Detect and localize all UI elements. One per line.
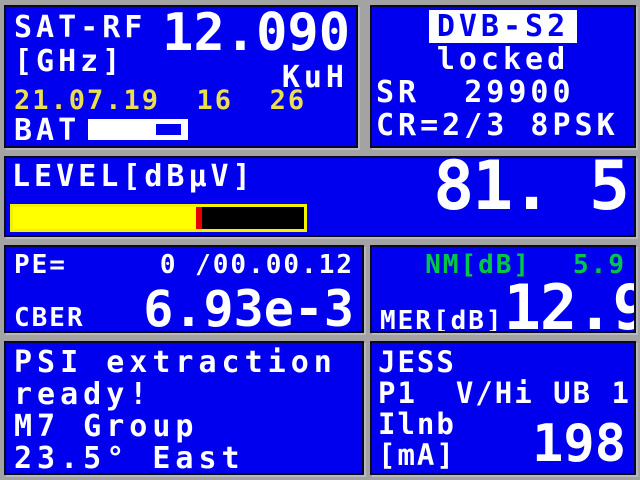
psi-status-line-1: PSI extraction xyxy=(14,345,337,380)
lnb-mode-text: JESS xyxy=(378,345,456,379)
ghz-unit-label: [GHz] xyxy=(14,44,125,79)
panel-sat-rf: SAT-RF [GHz] 12.090 KuH 21.07.19 16 26 B… xyxy=(4,5,358,148)
battery-label: BAT xyxy=(14,113,81,148)
code-rate-modulation-text: CR=2/3 8PSK xyxy=(376,108,619,143)
lnb-current-value: 198 xyxy=(532,413,626,474)
panel-error-rates: PE= 0 /00.00.12 CBER 6.93e-3 xyxy=(4,245,364,333)
meter-screen: { "colors": { "panel_bg": "#0000EE", "fr… xyxy=(0,0,640,480)
dvb-standard-badge: DVB-S2 xyxy=(428,10,578,43)
panel-dvb-status: DVB-S2 locked SR 29900 CR=2/3 8PSK xyxy=(370,5,636,148)
lnb-port-text: P1 V/Hi UB 1 xyxy=(378,376,631,410)
panel-psi-info: PSI extraction ready! M7 Group 23.5° Eas… xyxy=(4,341,364,475)
pe-value: 0 /00.00.12 xyxy=(159,250,354,280)
pe-label: PE= xyxy=(14,250,67,280)
lock-status-text: locked xyxy=(436,42,570,77)
mer-value: 12.9 xyxy=(503,270,636,333)
level-value: 81. 5 xyxy=(433,156,630,226)
panel-signal-quality: NM[dB] 5.9 MER[dB] 12.9 xyxy=(370,245,636,333)
level-bar-fill xyxy=(13,207,197,229)
panel-level: LEVEL[dBµV] 81. 5 xyxy=(4,156,636,237)
battery-gauge-icon xyxy=(88,119,188,140)
level-label: LEVEL[dBµV] xyxy=(12,159,255,194)
sat-rf-label: SAT-RF xyxy=(14,10,147,45)
mer-label: MER[dB] xyxy=(380,305,504,333)
cber-value: 6.93e-3 xyxy=(143,279,354,333)
level-bar-empty xyxy=(202,207,304,229)
battery-level-notch xyxy=(156,124,181,135)
frequency-value: 12.090 xyxy=(162,5,350,63)
orbital-position-text: 23.5° East xyxy=(14,441,245,475)
network-name-text: M7 Group xyxy=(14,409,199,444)
level-bar-gauge xyxy=(10,204,307,232)
panel-lnb: JESS P1 V/Hi UB 1 Ilnb [mA] 198 xyxy=(370,341,636,475)
cber-label: CBER xyxy=(14,302,85,333)
psi-status-line-2: ready! xyxy=(14,377,153,412)
datetime-text: 21.07.19 16 26 xyxy=(14,85,307,116)
symbol-rate-text: SR 29900 xyxy=(376,75,575,110)
